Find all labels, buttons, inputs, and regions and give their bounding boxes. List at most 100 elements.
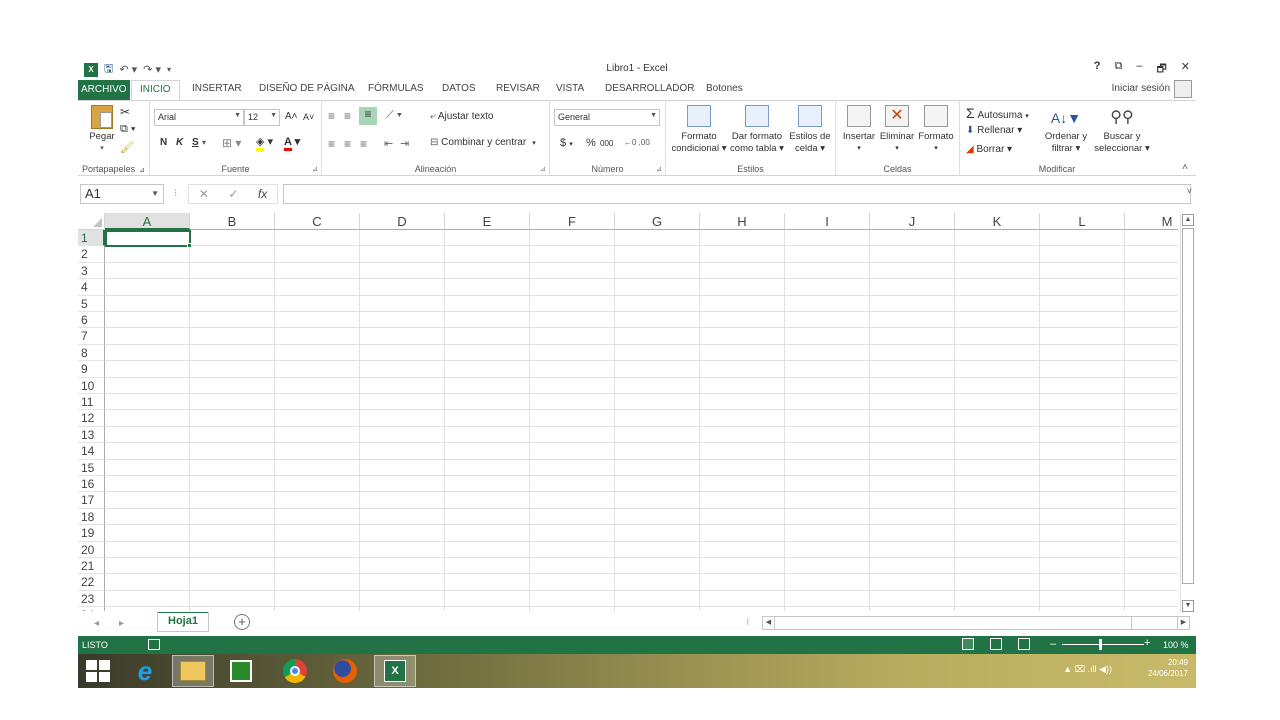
chrome-icon[interactable] [274,655,316,687]
formula-input[interactable] [283,184,1191,204]
excel-taskbar-icon[interactable]: X [374,655,416,687]
scroll-up-icon[interactable]: ▲ [1182,214,1194,226]
italic-button[interactable]: K [176,137,183,148]
close-button[interactable]: ✕ [1181,60,1190,79]
column-header-a[interactable]: A [105,213,190,230]
column-header-e[interactable]: E [445,213,530,230]
name-box[interactable]: A1 ▼ [80,184,164,204]
paste-button[interactable]: Pegar ▾ [84,105,120,155]
signin-link[interactable]: Iniciar sesión [1112,83,1170,94]
internet-explorer-icon[interactable]: e [124,655,166,687]
column-header-k[interactable]: K [955,213,1040,230]
sheet-tab-hoja1[interactable]: Hoja1 [157,612,209,632]
avatar[interactable] [1174,80,1192,98]
fill-handle[interactable] [187,243,192,248]
zoom-level[interactable]: 100 % [1163,640,1189,650]
cell-area[interactable] [105,230,1178,611]
row-header-24[interactable]: 24 [78,607,105,611]
column-header-j[interactable]: J [870,213,955,230]
column-header-c[interactable]: C [275,213,360,230]
conditional-format-button[interactable]: Formato condicional ▾ [670,105,728,155]
fill-button[interactable]: ⬇ Rellenar ▾ [966,125,1022,136]
zoom-slider-thumb[interactable] [1099,639,1102,650]
font-launcher-icon[interactable]: ⊿ [312,165,318,173]
format-as-table-button[interactable]: Dar formato como tabla ▾ [728,105,786,155]
row-header-10[interactable]: 10 [78,377,105,394]
row-header-20[interactable]: 20 [78,541,105,558]
find-select-button[interactable]: ⚲⚲ Buscar y seleccionar ▾ [1092,105,1152,155]
orientation-icon[interactable]: ⟋ ▾ [386,109,402,122]
column-header-g[interactable]: G [615,213,700,230]
scroll-right-icon[interactable]: ▶ [1177,617,1189,629]
macro-recording-icon[interactable] [148,639,160,650]
grow-font-button[interactable]: A˄ [285,111,298,122]
sheet-next-icon[interactable]: ▸ [119,618,124,629]
help-icon[interactable]: ? [1094,60,1101,79]
row-header-9[interactable]: 9 [78,361,105,378]
row-header-19[interactable]: 19 [78,525,105,542]
scroll-thumb[interactable] [1182,228,1194,584]
align-center-icon[interactable]: ≡ [344,137,351,151]
row-header-23[interactable]: 23 [78,590,105,608]
zoom-slider[interactable] [1062,644,1144,645]
percent-button[interactable]: % [586,137,596,149]
row-header-21[interactable]: 21 [78,558,105,575]
alignment-launcher-icon[interactable]: ⊿ [540,165,546,173]
increase-indent-icon[interactable]: ⇥ [400,137,409,150]
enter-icon[interactable]: ✓ [228,187,238,201]
system-tray-icons[interactable]: ▲ ⌧ .ıll ◀)) [1063,664,1112,675]
row-header-4[interactable]: 4 [78,279,105,296]
number-format-select[interactable]: General ▼ [554,109,660,126]
column-header-i[interactable]: I [785,213,870,230]
shrink-font-button[interactable]: A˅ [303,112,314,122]
ribbon-display-icon[interactable]: ⧉ [1114,60,1122,79]
column-header-l[interactable]: L [1040,213,1125,230]
font-family-select[interactable]: Arial ▼ [154,109,244,126]
horizontal-scroll-thumb[interactable] [776,617,1132,629]
row-header-3[interactable]: 3 [78,262,105,280]
restore-button[interactable]: 🗗 [1156,60,1166,79]
tab-diseno-pagina[interactable]: DISEÑO DE PÁGINA [259,83,355,94]
align-bottom-icon[interactable]: ≡ [359,107,377,125]
collapse-ribbon-icon[interactable]: ˄ [1182,162,1188,173]
number-launcher-icon[interactable]: ⊿ [656,165,662,173]
zoom-in-button[interactable]: + [1144,637,1150,649]
tab-datos[interactable]: DATOS [442,83,476,94]
column-header-f[interactable]: F [530,213,615,230]
fill-color-icon[interactable]: ◈ ▾ [256,135,273,151]
store-icon[interactable] [220,655,262,687]
scroll-down-icon[interactable]: ▼ [1182,600,1194,612]
tab-split-handle[interactable]: ⁝ [746,617,749,628]
tab-inicio[interactable]: INICIO [131,80,180,101]
sheet-prev-icon[interactable]: ◂ [94,618,99,629]
thousands-button[interactable]: 000 [600,139,613,148]
align-left-icon[interactable]: ≡ [328,137,335,151]
active-cell[interactable] [105,230,191,247]
currency-button[interactable]: $ ▾ [560,137,573,149]
minimize-button[interactable]: – [1136,60,1142,79]
row-header-14[interactable]: 14 [78,443,105,460]
windows-start-icon[interactable] [86,660,110,682]
row-header-17[interactable]: 17 [78,492,105,509]
borders-icon[interactable]: ⊞ ▾ [222,136,241,150]
delete-cells-button[interactable]: ✕ Eliminar ▾ [878,105,916,155]
tab-desarrollador[interactable]: DESARROLLADOR [605,83,694,94]
row-header-16[interactable]: 16 [78,476,105,493]
scroll-left-icon[interactable]: ◀ [763,617,775,629]
file-explorer-icon[interactable] [172,655,214,687]
clear-button[interactable]: ◢ Borrar ▾ [966,144,1012,155]
row-header-6[interactable]: 6 [78,312,105,329]
select-all-button[interactable] [78,213,105,230]
row-header-1[interactable]: 1 [78,230,105,247]
merge-center-button[interactable]: ⊟ Combinar y centrar ▾ [430,137,536,148]
tab-insertar[interactable]: INSERTAR [192,83,242,94]
decrease-indent-icon[interactable]: ⇤ [384,137,393,150]
cell-styles-button[interactable]: Estilos de celda ▾ [786,105,834,155]
column-header-d[interactable]: D [360,213,445,230]
zoom-out-button[interactable]: – [1050,638,1056,650]
cancel-icon[interactable]: ✕ [199,187,209,201]
sort-filter-button[interactable]: A↓▼ Ordenar y filtrar ▾ [1040,105,1092,155]
align-middle-icon[interactable]: ≡ [344,109,351,123]
column-header-h[interactable]: H [700,213,785,230]
wrap-text-button[interactable]: ⤶ Ajustar texto [430,111,493,122]
